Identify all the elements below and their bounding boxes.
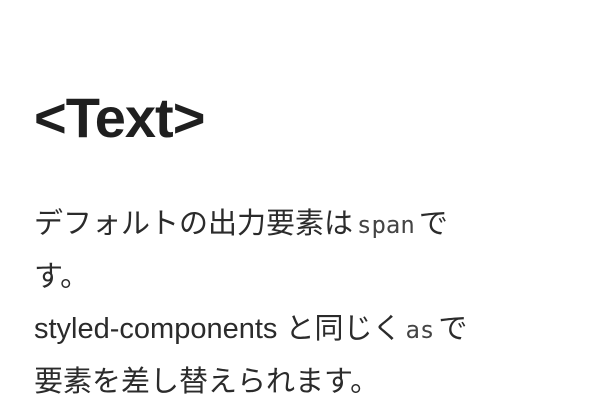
line1-text-prefix: デフォルトの出力要素は xyxy=(34,208,354,240)
line3-text-prefix: styled-components と同じく xyxy=(34,313,402,345)
description-paragraph: デフォルトの出力要素は span で す。 styled-components と同… xyxy=(34,198,554,408)
paragraph-line-3: styled-components と同じく as で xyxy=(34,303,554,356)
inline-code-span: span xyxy=(357,211,415,239)
line3-text-suffix: で xyxy=(438,313,468,345)
line1-text-suffix: で xyxy=(418,208,448,240)
page-title: <Text> xyxy=(34,86,205,149)
document-page: <Text> デフォルトの出力要素は span で す。 styled-compon… xyxy=(34,80,554,408)
paragraph-line-4: 要素を差し替えられます。 xyxy=(34,366,380,398)
paragraph-line-1: デフォルトの出力要素は span で xyxy=(34,198,554,251)
paragraph-line-2: す。 xyxy=(34,261,90,293)
inline-code-as: as xyxy=(405,316,435,344)
